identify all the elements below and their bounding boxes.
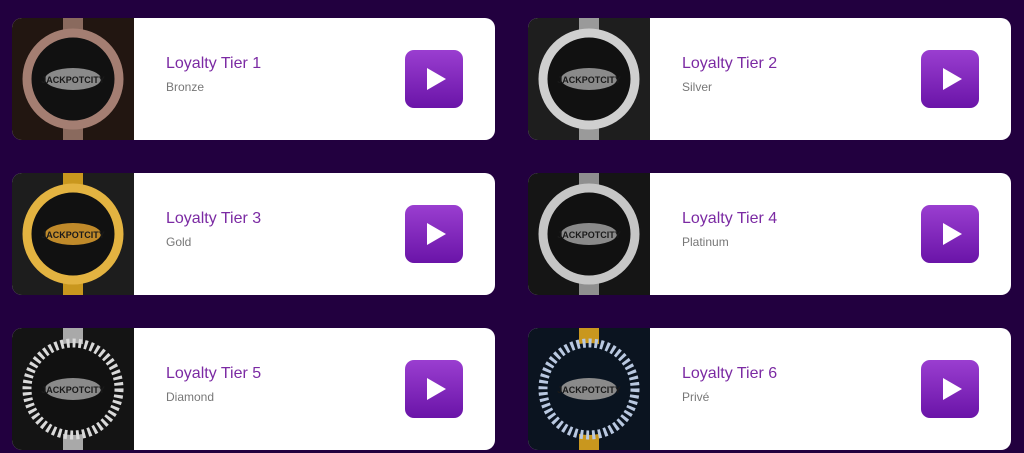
tier-badge-image: JACKPOTCITY — [12, 328, 134, 450]
tier-subtitle: Silver — [682, 80, 713, 94]
tier-subtitle: Platinum — [682, 235, 729, 249]
tier-subtitle: Gold — [166, 235, 192, 249]
tier-badge-image: JACKPOTCITY — [528, 173, 650, 295]
tier-badge-image: JACKPOTCITY — [528, 18, 650, 140]
tier-badge-image: JACKPOTCITY — [12, 173, 134, 295]
play-button[interactable] — [921, 205, 979, 263]
badge-emblem-icon: JACKPOTCITY — [528, 328, 650, 450]
badge-emblem-icon: JACKPOTCITY — [528, 173, 650, 295]
play-button[interactable] — [921, 360, 979, 418]
tier-title: Loyalty Tier 4 — [682, 210, 778, 227]
play-icon — [427, 378, 446, 400]
play-button[interactable] — [405, 50, 463, 108]
badge-emblem-icon: JACKPOTCITY — [12, 328, 134, 450]
play-button[interactable] — [405, 360, 463, 418]
svg-text:JACKPOTCITY: JACKPOTCITY — [41, 230, 105, 240]
svg-text:JACKPOTCITY: JACKPOTCITY — [557, 230, 621, 240]
play-icon — [943, 223, 962, 245]
tier-subtitle: Bronze — [166, 80, 205, 94]
badge-emblem-icon: JACKPOTCITY — [12, 173, 134, 295]
svg-text:JACKPOTCITY: JACKPOTCITY — [557, 75, 621, 85]
tier-info: Loyalty Tier 3 Gold — [134, 173, 495, 295]
badge-emblem-icon: JACKPOTCITY — [12, 18, 134, 140]
svg-text:JACKPOTCITY: JACKPOTCITY — [41, 75, 105, 85]
play-icon — [943, 68, 962, 90]
tier-badge-image: JACKPOTCITY — [528, 328, 650, 450]
tier-card-1[interactable]: JACKPOTCITY Loyalty Tier 1 Bronze — [12, 18, 495, 140]
tier-card-6[interactable]: JACKPOTCITY Loyalty Tier 6 Privé — [528, 328, 1011, 450]
tier-card-5[interactable]: JACKPOTCITY Loyalty Tier 5 Diamond — [12, 328, 495, 450]
svg-text:JACKPOTCITY: JACKPOTCITY — [41, 385, 105, 395]
tier-subtitle: Privé — [682, 390, 710, 404]
tier-title: Loyalty Tier 5 — [166, 365, 262, 382]
tier-card-2[interactable]: JACKPOTCITY Loyalty Tier 2 Silver — [528, 18, 1011, 140]
tier-card-3[interactable]: JACKPOTCITY Loyalty Tier 3 Gold — [12, 173, 495, 295]
play-icon — [427, 223, 446, 245]
tier-card-4[interactable]: JACKPOTCITY Loyalty Tier 4 Platinum — [528, 173, 1011, 295]
play-icon — [427, 68, 446, 90]
tier-title: Loyalty Tier 3 — [166, 210, 262, 227]
play-button[interactable] — [921, 50, 979, 108]
tier-title: Loyalty Tier 2 — [682, 55, 778, 72]
tier-info: Loyalty Tier 1 Bronze — [134, 18, 495, 140]
svg-text:JACKPOTCITY: JACKPOTCITY — [557, 385, 621, 395]
tier-subtitle: Diamond — [166, 390, 215, 404]
play-icon — [943, 378, 962, 400]
tier-badge-image: JACKPOTCITY — [12, 18, 134, 140]
tier-info: Loyalty Tier 2 Silver — [650, 18, 1011, 140]
tier-info: Loyalty Tier 6 Privé — [650, 328, 1011, 450]
badge-emblem-icon: JACKPOTCITY — [528, 18, 650, 140]
tier-info: Loyalty Tier 4 Platinum — [650, 173, 1011, 295]
tier-title: Loyalty Tier 1 — [166, 55, 262, 72]
tier-info: Loyalty Tier 5 Diamond — [134, 328, 495, 450]
tier-title: Loyalty Tier 6 — [682, 365, 778, 382]
play-button[interactable] — [405, 205, 463, 263]
